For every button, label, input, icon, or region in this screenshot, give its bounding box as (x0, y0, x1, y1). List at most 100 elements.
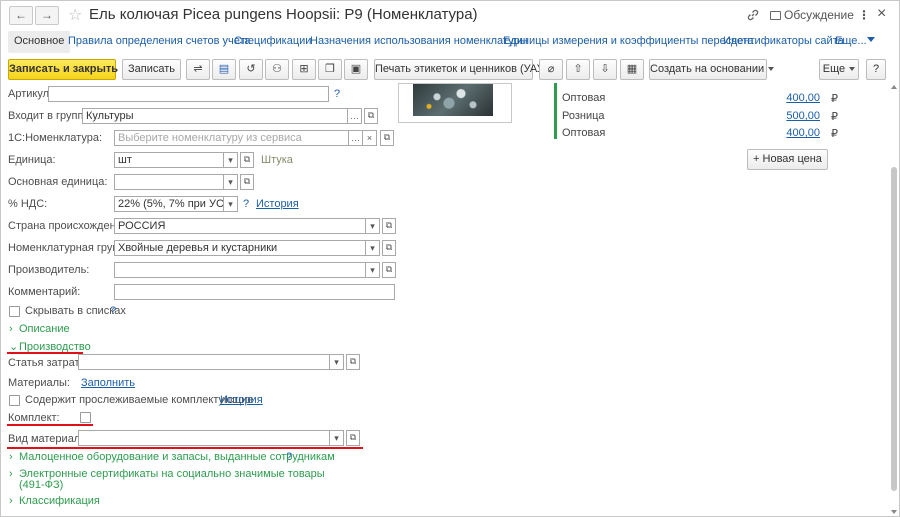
history-button[interactable]: ↺ (239, 59, 263, 80)
country-open-icon[interactable]: ⧉ (382, 218, 396, 234)
vat-help-icon[interactable]: ? (243, 198, 249, 210)
link-icon[interactable] (746, 8, 760, 25)
forward-button[interactable]: → (35, 6, 59, 25)
group-input[interactable]: Культуры (82, 108, 348, 124)
cost-item-dropdown-icon[interactable]: ▾ (330, 354, 344, 370)
price-type: Оптовая (562, 127, 606, 139)
nom1c-select-button[interactable]: … (349, 130, 363, 146)
kit-checkbox[interactable] (80, 412, 91, 423)
maker-open-icon[interactable]: ⧉ (382, 262, 396, 278)
copy-button[interactable]: ❐ (318, 59, 342, 80)
tracked-components-checkbox[interactable] (9, 395, 20, 406)
article-label: Артикул: (8, 88, 53, 100)
price-value[interactable]: 500,00 (760, 110, 820, 122)
cost-item-label: Статья затрат: (8, 357, 83, 369)
cost-item-input[interactable] (78, 354, 330, 370)
nom1c-clear-icon[interactable]: × (363, 130, 377, 146)
scroll-down-icon[interactable] (891, 510, 897, 514)
base-unit-open-icon[interactable]: ⧉ (240, 174, 254, 190)
vat-history-link[interactable]: История (256, 198, 299, 210)
print-labels-button[interactable]: Печать этикеток и ценников (УАУ) (374, 59, 547, 80)
tab-usage-purposes[interactable]: Назначения использования номенклатуры (310, 31, 528, 53)
back-button[interactable]: ← (9, 6, 33, 25)
discussion-button[interactable]: Обсуждение (770, 8, 854, 22)
cost-item-open-icon[interactable]: ⧉ (346, 354, 360, 370)
price-value[interactable]: 400,00 (760, 92, 820, 104)
vertical-scrollbar[interactable] (890, 83, 899, 516)
price-tag-icon: ▦ (626, 63, 638, 75)
chevron-right-icon: › (9, 468, 13, 480)
journal-button[interactable]: ▤ (212, 59, 236, 80)
tab-units[interactable]: Единицы измерения и коэффициенты пересче… (503, 31, 754, 53)
structure-button[interactable]: ⚇ (265, 59, 289, 80)
price-type: Оптовая (562, 92, 606, 104)
report-button[interactable]: ⊞ (292, 59, 316, 80)
certificates-group-label: Электронные сертификаты на социально зна… (19, 468, 325, 480)
help-button[interactable]: ? (866, 59, 886, 80)
maker-dropdown-icon[interactable]: ▾ (366, 262, 380, 278)
vat-input[interactable]: 22% (5%, 7% при УСН) (114, 196, 224, 212)
save-and-close-button[interactable]: Записать и закрыть (8, 59, 118, 80)
tab-account-rules[interactable]: Правила определения счетов учета (68, 31, 251, 53)
hide-help-icon[interactable]: ? (110, 305, 116, 317)
product-image[interactable] (398, 83, 512, 123)
nom1c-open-icon[interactable]: ⧉ (380, 130, 394, 146)
tab-main[interactable]: Основное (8, 31, 71, 53)
low-value-help-icon[interactable]: ? (286, 451, 292, 463)
maker-input[interactable] (114, 262, 366, 278)
classification-group[interactable]: › Классификация (9, 495, 100, 507)
unit-dropdown-icon[interactable]: ▾ (224, 152, 238, 168)
move-button[interactable]: ⇌ (186, 59, 210, 80)
price-currency: ₽ (831, 128, 838, 140)
window-button[interactable]: ▣ (344, 59, 368, 80)
scroll-thumb[interactable] (891, 167, 897, 491)
nomgroup-open-icon[interactable]: ⧉ (382, 240, 396, 256)
group-label: Входит в группу: (8, 110, 92, 122)
upload-icon: ⇧ (573, 63, 583, 75)
base-unit-dropdown-icon[interactable]: ▾ (224, 174, 238, 190)
hide-in-lists-checkbox[interactable] (9, 306, 20, 317)
favorite-star-icon[interactable]: ☆ (68, 5, 82, 25)
nomgroup-input[interactable]: Хвойные деревья и кустарники (114, 240, 366, 256)
highlight-underline (7, 424, 93, 426)
more-actions-button[interactable]: Еще (819, 59, 859, 80)
price-value[interactable]: 400,00 (760, 127, 820, 139)
copy-icon: ❐ (325, 63, 335, 75)
tab-more[interactable]: Еще... (835, 31, 867, 53)
tracked-history-link[interactable]: История (220, 394, 263, 406)
upload-button[interactable]: ⇧ (566, 59, 590, 80)
new-price-button[interactable]: + Новая цена (747, 149, 828, 170)
unit-open-icon[interactable]: ⧉ (240, 152, 254, 168)
material-kind-open-icon[interactable]: ⧉ (346, 430, 360, 446)
download-button[interactable]: ⇩ (593, 59, 617, 80)
create-based-on-button[interactable]: Создать на основании (649, 59, 775, 80)
materials-fill-link[interactable]: Заполнить (81, 377, 135, 389)
country-dropdown-icon[interactable]: ▾ (366, 218, 380, 234)
base-unit-input[interactable] (114, 174, 224, 190)
save-button[interactable]: Записать (122, 59, 181, 80)
tab-specifications[interactable]: Спецификации (234, 31, 311, 53)
group-open-icon[interactable]: ⧉ (364, 108, 378, 124)
journal-icon: ▤ (218, 63, 230, 75)
nomgroup-dropdown-icon[interactable]: ▾ (366, 240, 380, 256)
price-tag-button[interactable]: ▦ (620, 59, 644, 80)
comment-input[interactable] (114, 284, 395, 300)
close-icon[interactable]: × (877, 5, 886, 23)
scroll-up-icon[interactable] (891, 85, 897, 89)
country-input[interactable]: РОССИЯ (114, 218, 366, 234)
group-select-button[interactable]: … (348, 108, 362, 124)
article-help-icon[interactable]: ? (334, 88, 340, 100)
chevron-down-icon (849, 67, 856, 72)
description-group[interactable]: › Описание (9, 323, 70, 335)
tab-site-ids[interactable]: Идентификаторы сайта (723, 31, 844, 53)
paperclip-icon: ⌀ (547, 63, 555, 75)
material-kind-dropdown-icon[interactable]: ▾ (330, 430, 344, 446)
more-menu-icon[interactable]: ⋮ (858, 8, 870, 22)
vat-dropdown-icon[interactable]: ▾ (224, 196, 238, 212)
chevron-down-icon[interactable] (867, 37, 875, 42)
unit-input[interactable]: шт (114, 152, 224, 168)
attach-button[interactable]: ⌀ (539, 59, 563, 80)
nom1c-input[interactable]: Выберите номенклатуру из сервиса (114, 130, 349, 146)
article-input[interactable] (48, 86, 329, 102)
material-kind-input[interactable] (78, 430, 330, 446)
